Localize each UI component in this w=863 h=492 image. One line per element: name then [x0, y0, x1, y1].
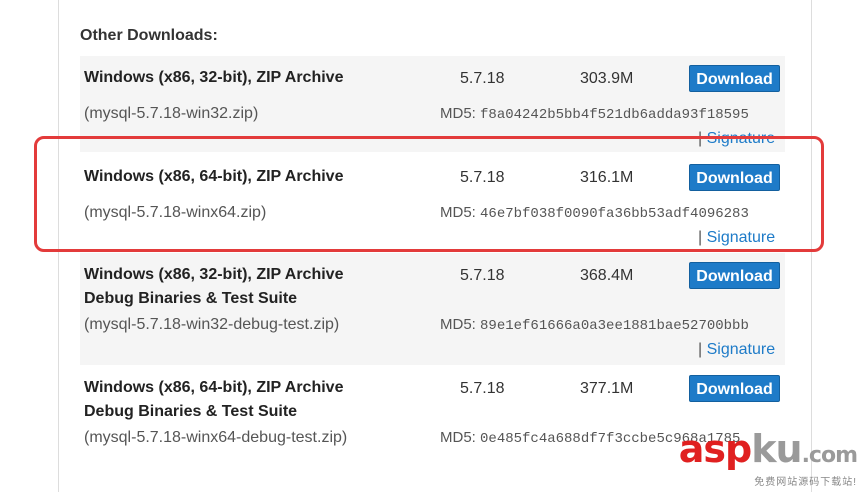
download-row-winx64-debug: Windows (x86, 64-bit), ZIP Archive Debug… [80, 366, 785, 492]
signature-link-row: | Signature [698, 341, 775, 359]
signature-link[interactable]: Signature [707, 130, 776, 147]
download-row-winx64-zip: Windows (x86, 64-bit), ZIP Archive 5.7.1… [80, 155, 785, 250]
download-row-win32-debug: Windows (x86, 32-bit), ZIP Archive Debug… [80, 253, 785, 365]
package-filename: (mysql-5.7.18-winx64-debug-test.zip) [84, 429, 348, 446]
package-version: 5.7.18 [460, 70, 505, 87]
download-button[interactable]: Download [689, 262, 780, 289]
md5-label: MD5: [440, 204, 476, 221]
package-size: 316.1M [580, 169, 634, 186]
signature-separator: | [698, 229, 703, 246]
md5-label: MD5: [440, 429, 476, 446]
signature-link[interactable]: Signature [707, 341, 776, 358]
md5-label: MD5: [440, 105, 476, 122]
package-filename: (mysql-5.7.18-win32.zip) [84, 105, 259, 122]
signature-separator: | [698, 341, 703, 358]
signature-separator: | [698, 130, 703, 147]
signature-link-row: | Signature [698, 229, 775, 247]
md5-hash: f8a04242b5bb4f521db6adda93f18595 [480, 107, 749, 123]
md5-checksum: MD5: 0e485fc4a688df7f3ccbe5c968a1785 [440, 429, 740, 447]
package-subtitle: Debug Binaries & Test Suite [84, 403, 298, 420]
md5-label: MD5: [440, 316, 476, 333]
package-version: 5.7.18 [460, 380, 505, 397]
package-version: 5.7.18 [460, 169, 505, 186]
package-version: 5.7.18 [460, 267, 505, 284]
package-size: 368.4M [580, 267, 634, 284]
download-button[interactable]: Download [689, 375, 780, 402]
md5-hash: 89e1ef61666a0a3ee1881bae52700bbb [480, 318, 749, 334]
package-size: 303.9M [580, 70, 634, 87]
package-subtitle: Debug Binaries & Test Suite [84, 290, 298, 307]
signature-link[interactable]: Signature [707, 229, 776, 246]
signature-link-row: | Signature [698, 130, 775, 148]
package-name: Windows (x86, 64-bit), ZIP Archive [84, 379, 344, 396]
section-title: Other Downloads: [80, 27, 218, 44]
md5-checksum: MD5: 46e7bf038f0090fa36bb53adf4096283 [440, 204, 749, 222]
download-button[interactable]: Download [689, 65, 780, 92]
md5-checksum: MD5: 89e1ef61666a0a3ee1881bae52700bbb [440, 316, 749, 334]
package-name: Windows (x86, 32-bit), ZIP Archive [84, 69, 344, 86]
download-row-win32-zip: Windows (x86, 32-bit), ZIP Archive 5.7.1… [80, 56, 785, 152]
package-size: 377.1M [580, 380, 634, 397]
content-border-right [811, 0, 812, 492]
downloads-page: Other Downloads: Windows (x86, 32-bit), … [0, 0, 863, 492]
package-name: Windows (x86, 64-bit), ZIP Archive [84, 168, 344, 185]
download-button[interactable]: Download [689, 164, 780, 191]
package-filename: (mysql-5.7.18-winx64.zip) [84, 204, 267, 221]
package-filename: (mysql-5.7.18-win32-debug-test.zip) [84, 316, 340, 333]
package-name: Windows (x86, 32-bit), ZIP Archive [84, 266, 344, 283]
md5-hash: 46e7bf038f0090fa36bb53adf4096283 [480, 206, 749, 222]
md5-hash: 0e485fc4a688df7f3ccbe5c968a1785 [480, 431, 741, 447]
md5-checksum: MD5: f8a04242b5bb4f521db6adda93f18595 [440, 105, 749, 123]
content-border-left [58, 0, 59, 492]
